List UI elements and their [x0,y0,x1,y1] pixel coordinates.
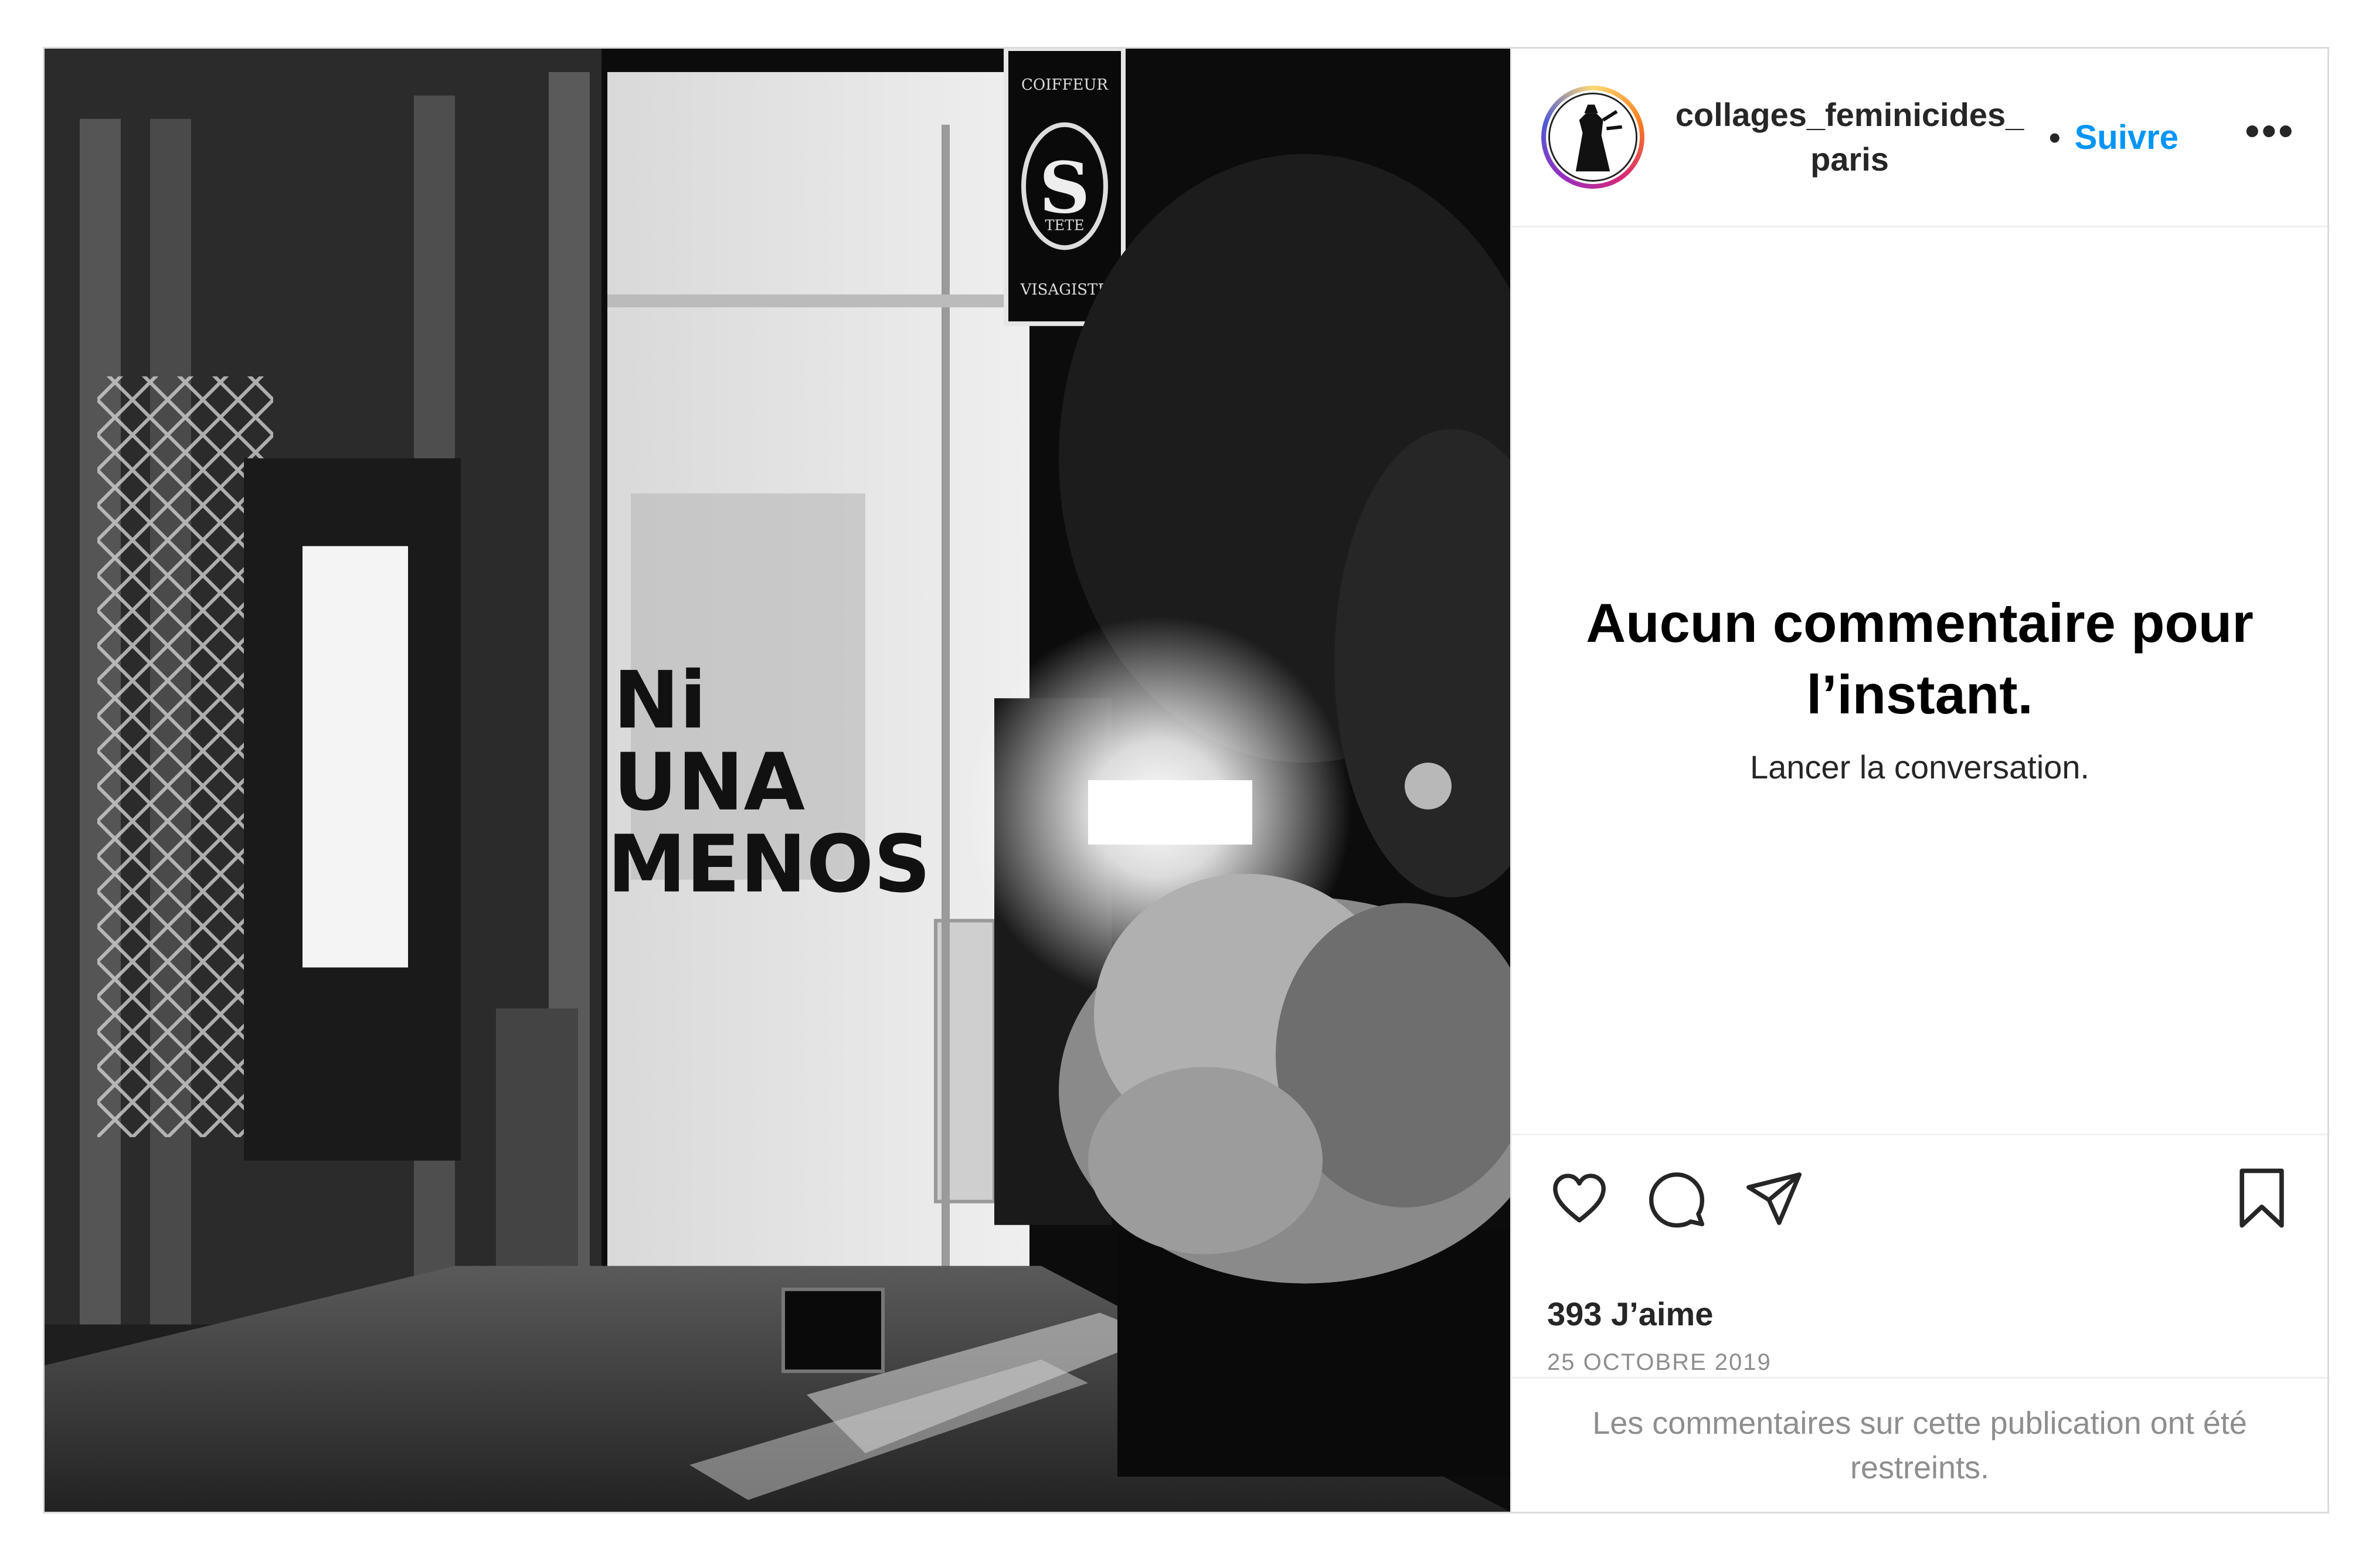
sign-bottom-text: VISAGISTE [1020,281,1109,298]
username-link[interactable]: collages_feminicides_ paris [1668,93,2031,182]
post-header: collages_feminicides_ paris • Suivre ••• [1512,49,2327,227]
comment-icon[interactable] [1644,1166,1709,1231]
share-icon[interactable] [1742,1166,1806,1231]
no-comments-title: Aucun commentaire pour l’instant. [1586,591,2254,725]
sign-top-text: COIFFEUR [1021,76,1109,94]
follow-button[interactable]: Suivre [2075,118,2179,157]
graffiti-text-3: MENOS [607,818,930,910]
post-actions: 393 J’aime 25 OCTOBRE 2019 [1512,1134,2327,1377]
graffiti-text-2: UNA [613,736,805,828]
heart-icon[interactable] [1547,1166,1612,1231]
username-line-2: paris [1810,141,1889,178]
username-line-1: collages_feminicides_ [1675,96,2024,133]
street-photo-graphic: Ni UNA MENOS COIFFEUR S TETE VISAGISTE [45,49,1510,1512]
separator-dot: • [2049,118,2061,156]
graffiti-text-1: Ni [613,654,706,746]
comments-restricted-notice: Les commentaires sur cette publication o… [1512,1377,2327,1512]
bookmark-icon[interactable] [2231,1166,2292,1230]
post-card: Ni UNA MENOS COIFFEUR S TETE VISAGISTE c… [43,47,2329,1513]
start-conversation-text: Lancer la conversation. [1749,748,2089,785]
likes-count[interactable]: 393 J’aime [1547,1295,2292,1333]
post-date: 25 OCTOBRE 2019 [1547,1349,1772,1375]
post-photo[interactable]: Ni UNA MENOS COIFFEUR S TETE VISAGISTE [45,49,1510,1512]
sign-sub-text: TETE [1045,217,1084,234]
more-options-icon[interactable]: ••• [2245,110,2295,151]
comments-section: Aucun commentaire pour l’instant. Lancer… [1512,227,2327,1134]
avatar[interactable] [1541,86,1644,189]
raised-fist-icon [1550,94,1636,180]
post-sidebar: collages_feminicides_ paris • Suivre •••… [1510,49,2327,1512]
